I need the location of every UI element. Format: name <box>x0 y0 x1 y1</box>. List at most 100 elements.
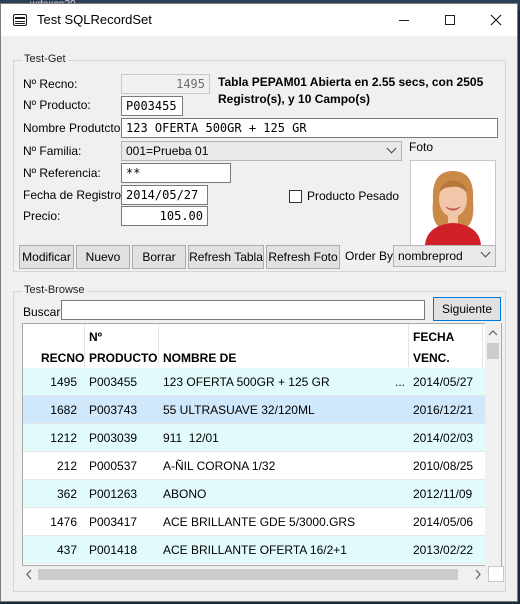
cell-producto: P003455 <box>89 375 138 389</box>
header-fecha-line2: VENC. <box>413 351 450 365</box>
cell-recno: 1682 <box>50 403 77 417</box>
table-row[interactable]: 212 P000537 A-ÑIL CORONA 1/32 2010/08/25 <box>23 452 501 480</box>
familia-dropdown[interactable]: 001=Prueba 01 <box>121 141 402 161</box>
refresh-foto-button[interactable]: Refresh Foto <box>266 245 340 269</box>
cell-fecha: 2013/02/22 <box>413 543 474 557</box>
search-input[interactable] <box>61 300 425 320</box>
cell-fecha: 2012/11/09 <box>413 487 473 501</box>
referencia-field[interactable]: ** <box>121 163 231 183</box>
fecha-field[interactable]: 2014/05/27 <box>121 185 208 205</box>
cell-recno: 212 <box>56 459 77 473</box>
cell-recno: 362 <box>56 487 77 501</box>
table-row[interactable]: 1212 P003039 911 12/01 2014/02/03 <box>23 424 501 452</box>
cell-nombre: ABONO <box>163 487 207 501</box>
borrar-button[interactable]: Borrar <box>132 245 186 269</box>
cell-fecha: 2014/05/27 <box>413 375 474 389</box>
horizontal-scroll-thumb[interactable] <box>38 569 458 580</box>
nombre-label: Nombre Produtcto: <box>23 121 124 135</box>
cell-fecha: 2014/02/03 <box>413 431 474 445</box>
cell-producto: P003417 <box>89 515 138 529</box>
window-title: Test SQLRecordSet <box>37 12 152 27</box>
header-producto[interactable]: Nº PRODUCTO <box>85 324 159 368</box>
cell-recno: 1495 <box>50 375 77 389</box>
familia-label: Nº Familia: <box>23 144 82 158</box>
referencia-label: Nº Referencia: <box>23 166 101 180</box>
pesado-label: Producto Pesado <box>307 189 400 203</box>
siguiente-button[interactable]: Siguiente <box>433 297 501 321</box>
title-bar: Test SQLRecordSet <box>1 4 517 36</box>
cell-nombre: ACE BRILLANTE GDE 5/3000.GRS <box>163 515 356 529</box>
table-status-text: Tabla PEPAM01 Abierta en 2.55 secs, con … <box>218 75 484 106</box>
header-recno-line2: RECNO <box>41 351 85 365</box>
modificar-button[interactable]: Modificar <box>19 245 74 269</box>
maximize-button[interactable] <box>427 4 473 36</box>
test-browse-group-title: Test-Browse <box>22 284 87 296</box>
cell-recno: 1476 <box>50 515 77 529</box>
grid-header: RECNO Nº PRODUCTO NOMBRE DE FECHA VENC. … <box>23 324 501 369</box>
order-by-dropdown[interactable]: nombreprod <box>393 245 496 267</box>
pesado-checkbox[interactable] <box>289 190 302 203</box>
cell-fecha: 2016/12/21 <box>413 403 474 417</box>
nuevo-button[interactable]: Nuevo <box>76 245 130 269</box>
maximize-icon <box>445 15 455 25</box>
cell-recno: 437 <box>56 543 77 557</box>
order-by-value: nombreprod <box>398 249 463 263</box>
chevron-down-icon <box>386 143 397 154</box>
scroll-left-icon <box>26 569 32 580</box>
minimize-button[interactable] <box>381 4 427 36</box>
cell-nombre: 123 OFERTA 500GR + 125 GR <box>163 375 330 389</box>
foto-label: Foto <box>409 140 434 154</box>
table-row[interactable]: 437 P001418 ACE BRILLANTE OFERTA 16/2+1 … <box>23 536 501 564</box>
cell-producto: P000537 <box>89 459 138 473</box>
recno-label: Nº Recno: <box>23 77 78 91</box>
cell-nombre: 911 12/01 <box>163 431 219 445</box>
cell-nombre: 55 ULTRASUAVE 32/120ML <box>163 403 315 417</box>
scroll-corner <box>488 566 504 582</box>
fecha-label: Fecha de Registro: <box>23 188 125 202</box>
producto-label: Nº Producto: <box>23 98 91 112</box>
header-recno[interactable]: RECNO <box>23 324 85 368</box>
cell-fecha: 2014/05/06 <box>413 515 474 529</box>
cell-ellipsis: ... <box>395 375 406 389</box>
grid-horizontal-scrollbar[interactable] <box>22 566 485 583</box>
refresh-tabla-button[interactable]: Refresh Tabla <box>188 245 264 269</box>
header-producto-line1: Nº <box>89 330 103 344</box>
producto-field[interactable]: P003455 <box>121 96 183 116</box>
scroll-up-icon <box>488 330 498 336</box>
table-row[interactable]: 1495 P003455 123 OFERTA 500GR + 125 GR .… <box>23 368 501 396</box>
buscar-label: Buscar: <box>23 305 64 319</box>
chevron-down-icon <box>480 247 491 258</box>
header-fecha[interactable]: FECHA VENC. <box>409 324 483 368</box>
table-row[interactable]: 362 P001263 ABONO 2012/11/09 <box>23 480 501 508</box>
browse-grid[interactable]: RECNO Nº PRODUCTO NOMBRE DE FECHA VENC. … <box>22 323 502 566</box>
person-photo-icon <box>411 161 495 245</box>
cell-producto: P001263 <box>89 487 138 501</box>
header-fecha-line1: FECHA <box>413 330 455 344</box>
precio-label: Precio: <box>23 209 61 223</box>
order-by-label: Order By: <box>345 249 397 263</box>
test-get-group-title: Test-Get <box>22 53 68 65</box>
cell-fecha: 2010/08/25 <box>413 459 474 473</box>
cell-nombre: ACE BRILLANTE OFERTA 16/2+1 <box>163 543 347 557</box>
cell-producto: P003039 <box>89 431 138 445</box>
table-row[interactable]: 1682 P003743 55 ULTRASUAVE 32/120ML 2016… <box>23 396 501 424</box>
vertical-scroll-thumb[interactable] <box>487 343 499 359</box>
header-producto-line2: PRODUCTO <box>89 351 158 365</box>
cell-recno: 1212 <box>50 431 77 445</box>
recno-field: 1495 <box>121 74 210 94</box>
cell-nombre: A-ÑIL CORONA 1/32 <box>163 459 276 473</box>
familia-value: 001=Prueba 01 <box>126 144 209 158</box>
scroll-right-icon <box>475 569 481 580</box>
minimize-icon <box>399 19 409 21</box>
nombre-field[interactable]: 123 OFERTA 500GR + 125 GR <box>121 118 498 138</box>
product-photo <box>410 160 496 246</box>
close-button[interactable] <box>473 4 519 36</box>
close-icon <box>490 14 502 26</box>
header-nombre[interactable]: NOMBRE DE <box>159 324 409 368</box>
precio-field[interactable]: 105.00 <box>121 206 208 226</box>
table-row[interactable]: 1476 P003417 ACE BRILLANTE GDE 5/3000.GR… <box>23 508 501 536</box>
cell-producto: P003743 <box>89 403 138 417</box>
app-icon <box>13 14 27 26</box>
header-nombre-line2: NOMBRE DE <box>163 351 237 365</box>
grid-vertical-scrollbar[interactable] <box>485 323 501 566</box>
